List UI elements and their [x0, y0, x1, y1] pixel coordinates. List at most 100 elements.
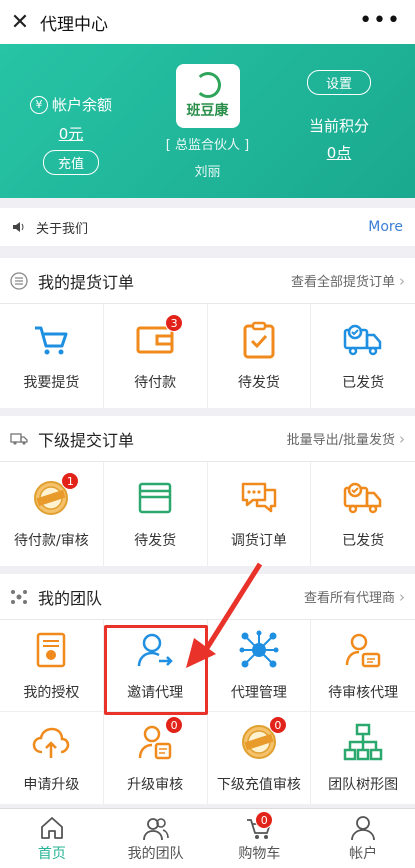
tab-label: 帐户: [349, 845, 378, 862]
user-card-icon: [343, 630, 383, 670]
tab-my-team[interactable]: 我的团队: [104, 809, 208, 868]
grid-item-transfer-orders[interactable]: 调货订单: [208, 462, 312, 566]
team-dots-icon: [10, 588, 28, 606]
grid-item-invite-agent[interactable]: 邀请代理: [103, 620, 208, 712]
grid-item-apply-upgrade[interactable]: 申请升级: [0, 712, 104, 804]
truck-icon: [10, 430, 28, 448]
tab-home[interactable]: 首页: [0, 809, 104, 868]
batch-export-link[interactable]: 批量导出/批量发货 ›: [287, 429, 405, 449]
grid-item-label: 待发货: [134, 533, 177, 549]
grid-item-label: 调货订单: [230, 533, 287, 549]
profile-block: 班豆康 [ 总监合伙人 ] 刘丽: [150, 64, 265, 180]
brand-name: 班豆康: [186, 103, 229, 119]
grid-item-pending-review[interactable]: 1 待付款/审核: [0, 462, 104, 566]
grid-item-label: 待付款/审核: [14, 533, 89, 549]
chevron-right-icon: ›: [399, 271, 405, 290]
close-icon[interactable]: ✕: [0, 10, 40, 35]
settings-button[interactable]: 设置: [306, 70, 371, 95]
view-all-orders-link[interactable]: 查看全部提货订单 ›: [291, 271, 405, 291]
grid-item-label: 代理管理: [230, 684, 287, 701]
brand-logo: 班豆康: [175, 64, 240, 128]
grid-item-label: 申请升级: [23, 777, 80, 793]
grid-item-pending-agents[interactable]: 待审核代理: [311, 620, 415, 712]
count-badge: 3: [165, 314, 184, 332]
tab-label: 首页: [37, 845, 66, 862]
section-title: 我的团队: [38, 588, 103, 608]
balance-block: ¥ 帐户余额 0元 充值: [16, 94, 126, 175]
more-link[interactable]: More: [368, 219, 403, 235]
grid-item-pending-payment[interactable]: 3 待付款: [104, 304, 208, 408]
yuan-icon: ¥: [29, 95, 48, 114]
notice-bar[interactable]: 关于我们 More: [0, 208, 415, 246]
bottom-tab-bar: 首页 我的团队 0 购物车 帐户: [0, 808, 415, 868]
balance-label: 帐户余额: [51, 96, 112, 114]
tab-label: 购物车: [238, 845, 281, 862]
account-summary: ¥ 帐户余额 0元 充值 班豆康 [ 总监合伙人 ] 刘丽 设置 当前积分 0点: [0, 44, 415, 198]
certificate-icon: [31, 630, 71, 670]
grid-item-label: 待发货: [237, 375, 280, 391]
tab-label: 我的团队: [127, 845, 184, 862]
top-bar: ✕ 代理中心 •••: [0, 0, 415, 44]
user-name: 刘丽: [194, 165, 221, 180]
chevron-right-icon: ›: [399, 587, 405, 606]
page-title: 代理中心: [40, 14, 108, 35]
count-badge: 0: [268, 716, 287, 734]
section-title: 我的提货订单: [38, 272, 135, 292]
speaker-icon: [13, 222, 24, 232]
recharge-button[interactable]: 充值: [42, 150, 99, 175]
home-icon: [40, 816, 63, 839]
grid-item-team-tree[interactable]: 团队树形图: [311, 712, 415, 804]
points-block: 设置 当前积分 0点: [279, 70, 399, 163]
more-dots-icon[interactable]: •••: [359, 8, 401, 33]
user-doc-icon: 0: [135, 716, 184, 762]
pending-seal-icon: 1: [31, 472, 80, 518]
grid-item-label: 已发货: [342, 533, 385, 549]
notice-text: 关于我们: [36, 221, 89, 237]
grid-item-label: 邀请代理: [127, 684, 184, 701]
grid-item-label: 我要提货: [23, 375, 80, 391]
cart-icon: [31, 320, 71, 360]
grid-item-awaiting-shipment[interactable]: 待发货: [208, 304, 312, 408]
grid-item-label: 升级审核: [127, 777, 184, 793]
truck-icon: [343, 478, 383, 518]
chat-bubbles-icon: [239, 478, 279, 518]
tab-account[interactable]: 帐户: [311, 809, 415, 868]
team-icon: [142, 817, 169, 840]
user-icon: [351, 815, 376, 840]
sub-orders-section: 下级提交订单 批量导出/批量发货 › 1 待付款/审核 待发货 调货订单 已发货: [0, 416, 415, 566]
invite-user-icon: [135, 630, 175, 670]
clipboard-check-icon: [239, 320, 279, 360]
chevron-right-icon: ›: [399, 429, 405, 448]
user-role: [ 总监合伙人 ]: [165, 138, 250, 153]
list-icon: [10, 271, 28, 290]
my-orders-header: 我的提货订单 查看全部提货订单 ›: [0, 258, 415, 304]
sub-orders-header: 下级提交订单 批量导出/批量发货 ›: [0, 416, 415, 462]
grid-item-label: 待审核代理: [328, 684, 399, 701]
grid-item-my-authorization[interactable]: 我的授权: [0, 620, 104, 712]
grid-item-label: 已发货: [342, 375, 385, 391]
truck-icon: [343, 320, 383, 360]
section-title: 下级提交订单: [38, 430, 135, 450]
grid-item-upgrade-review[interactable]: 0 升级审核: [104, 712, 208, 804]
grid-item-sub-shipped[interactable]: 已发货: [311, 462, 415, 566]
network-icon: [239, 630, 279, 670]
grid-item-agent-management[interactable]: 代理管理: [207, 620, 312, 712]
my-team-header: 我的团队 查看所有代理商 ›: [0, 574, 415, 620]
grid-item-shipped[interactable]: 已发货: [311, 304, 415, 408]
my-team-section: 我的团队 查看所有代理商 › 我的授权 邀请代理 代理管理 待审核代理 申请升级 …: [0, 574, 415, 804]
points-value[interactable]: 0点: [279, 142, 399, 163]
grid-item-label: 我的授权: [23, 684, 80, 701]
grid-item-pickup[interactable]: 我要提货: [0, 304, 104, 408]
grid-item-sub-recharge-review[interactable]: 0 下级充值审核: [208, 712, 312, 804]
cloud-upload-icon: [31, 722, 71, 762]
tab-cart[interactable]: 0 购物车: [208, 809, 312, 868]
count-badge: 1: [61, 472, 80, 490]
grid-item-sub-awaiting-shipment[interactable]: 待发货: [104, 462, 208, 566]
grid-item-label: 团队树形图: [328, 777, 399, 793]
brand-mark-icon: [194, 72, 221, 98]
balance-value[interactable]: 0元: [16, 123, 126, 144]
org-tree-icon: [343, 722, 383, 762]
window-icon: [135, 478, 175, 518]
view-all-agents-link[interactable]: 查看所有代理商 ›: [304, 587, 405, 607]
count-badge: 0: [165, 716, 184, 734]
